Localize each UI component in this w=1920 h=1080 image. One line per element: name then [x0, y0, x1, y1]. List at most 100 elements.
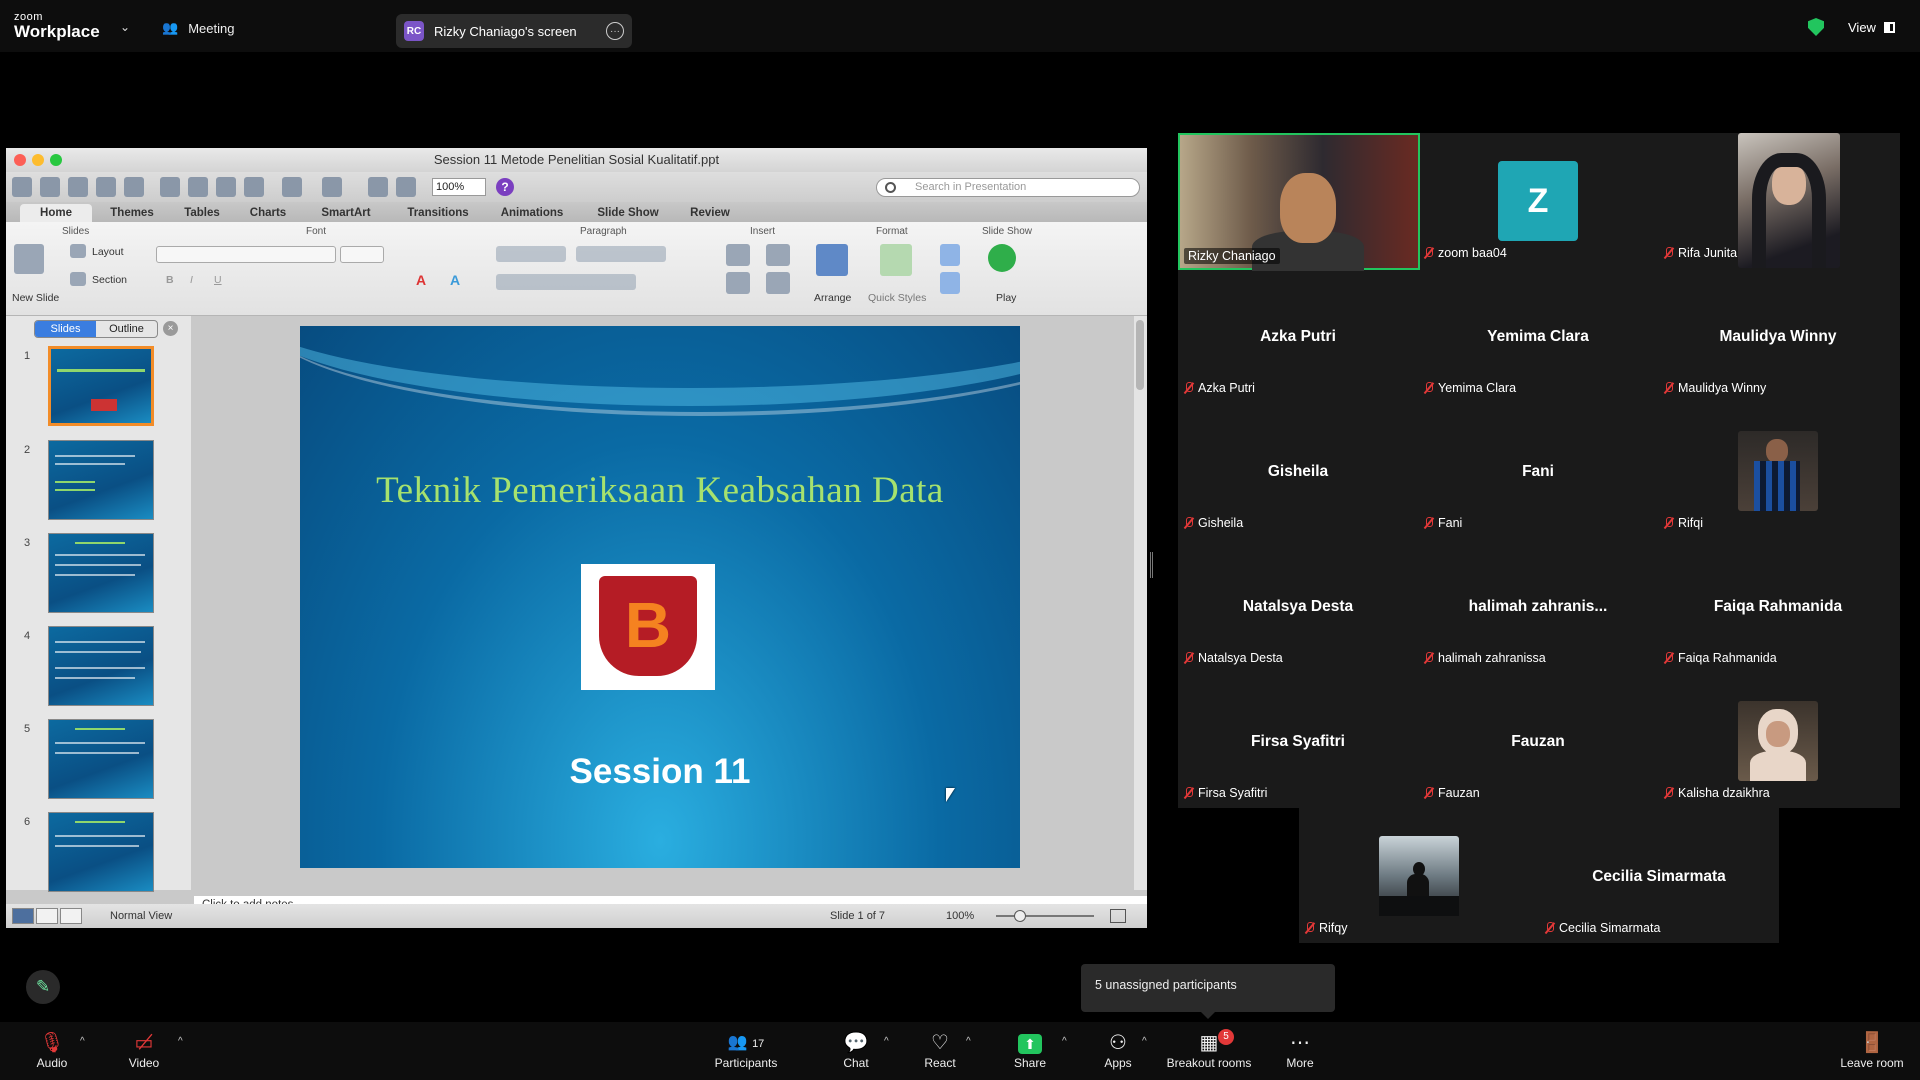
panel-resize-handle[interactable]	[1150, 552, 1153, 578]
normal-view-icon[interactable]	[12, 908, 34, 924]
view-button[interactable]: View	[1848, 20, 1895, 35]
participant-tile[interactable]: Z zoom baa04	[1418, 133, 1658, 268]
participant-tile[interactable]: Rifqi	[1658, 403, 1898, 538]
participant-tile[interactable]: Kalisha dzaikhra	[1658, 673, 1898, 808]
new-slide-label[interactable]: New Slide	[12, 292, 59, 304]
screen-share-indicator[interactable]: RC Rizky Chaniago's screen ···	[396, 14, 632, 48]
media-icon[interactable]	[766, 272, 790, 294]
italic-icon[interactable]: I	[190, 274, 193, 286]
open-icon[interactable]	[68, 177, 88, 197]
arrange-button[interactable]: Arrange	[814, 292, 851, 304]
slide-sorter-icon[interactable]	[36, 908, 58, 924]
tab-outline[interactable]: Outline	[96, 321, 157, 337]
meeting-menu[interactable]: 👥 Meeting	[162, 20, 234, 36]
new-slide-icon[interactable]	[14, 244, 44, 274]
participant-tile[interactable]: Cecilia Simarmata Cecilia Simarmata	[1539, 808, 1779, 943]
slide-scrollbar[interactable]	[1134, 316, 1147, 890]
current-slide[interactable]: Teknik Pemeriksaan Keabsahan Data B Sess…	[300, 326, 1020, 868]
participant-tile[interactable]: Fauzan Fauzan	[1418, 673, 1658, 808]
security-shield-icon[interactable]	[1808, 18, 1824, 36]
slide-thumbnail-5[interactable]	[48, 719, 154, 799]
share-button[interactable]: ⬆ Share	[986, 1030, 1074, 1070]
slide-thumbnail-4[interactable]	[48, 626, 154, 706]
save-icon[interactable]	[96, 177, 116, 197]
section-button[interactable]: Section	[92, 274, 127, 286]
indent-icon[interactable]	[576, 246, 666, 262]
redo-icon[interactable]	[322, 177, 342, 197]
paste-icon[interactable]	[216, 177, 236, 197]
play-button[interactable]: Play	[996, 292, 1016, 304]
print-icon[interactable]	[124, 177, 144, 197]
cut-icon[interactable]	[160, 177, 180, 197]
tab-transitions[interactable]: Transitions	[398, 204, 478, 222]
participant-tile[interactable]: Azka Putri Azka Putri	[1178, 268, 1418, 403]
gallery-icon[interactable]	[396, 177, 416, 197]
react-options-chevron-icon[interactable]: ^	[966, 1036, 971, 1047]
undo-icon[interactable]	[282, 177, 302, 197]
slide-thumbnail-6[interactable]	[48, 812, 154, 892]
participant-tile[interactable]: Natalsya Desta Natalsya Desta	[1178, 538, 1418, 673]
breakout-rooms-button[interactable]: ▦ Breakout rooms	[1160, 1030, 1258, 1070]
close-window-icon[interactable]	[14, 154, 26, 166]
zoom-slider[interactable]	[996, 915, 1094, 917]
quick-styles-icon[interactable]	[880, 244, 912, 276]
more-options-icon[interactable]: ···	[606, 22, 624, 40]
tab-slides[interactable]: Slides	[35, 321, 96, 337]
participant-tile[interactable]: Rifqy	[1299, 808, 1539, 943]
tab-charts[interactable]: Charts	[242, 204, 294, 222]
slide-thumbnail-1[interactable]	[48, 346, 154, 426]
chat-options-chevron-icon[interactable]: ^	[884, 1036, 889, 1047]
participant-tile[interactable]: Yemima Clara Yemima Clara	[1418, 268, 1658, 403]
chevron-down-icon[interactable]: ⌄	[120, 20, 130, 34]
more-button[interactable]: ⋯ More	[1256, 1030, 1344, 1070]
fill-icon[interactable]	[940, 244, 960, 266]
tab-home[interactable]: Home	[20, 204, 92, 222]
tab-themes[interactable]: Themes	[102, 204, 162, 222]
annotate-pen-icon[interactable]: ✎	[26, 970, 60, 1004]
play-icon[interactable]	[988, 244, 1016, 272]
leave-room-button[interactable]: 🚪 Leave room	[1830, 1030, 1914, 1070]
video-options-chevron-icon[interactable]: ^	[178, 1036, 183, 1047]
minimize-window-icon[interactable]	[32, 154, 44, 166]
bullets-icon[interactable]	[496, 246, 566, 262]
tab-animations[interactable]: Animations	[492, 204, 572, 222]
participant-tile[interactable]: Maulidya Winny Maulidya Winny	[1658, 268, 1898, 403]
scrollbar-thumb[interactable]	[1136, 320, 1144, 390]
line-icon[interactable]	[940, 272, 960, 294]
help-icon[interactable]: ?	[496, 178, 514, 196]
zoom-select[interactable]: 100%	[432, 178, 486, 196]
templates-icon[interactable]	[40, 177, 60, 197]
audio-options-chevron-icon[interactable]: ^	[80, 1036, 85, 1047]
layout-button[interactable]: Layout	[92, 246, 124, 258]
tab-review[interactable]: Review	[682, 204, 738, 222]
video-button[interactable]: ▭̸ Video	[100, 1030, 188, 1070]
zoom-slider-handle[interactable]	[1014, 910, 1026, 922]
text-box-icon[interactable]	[726, 244, 750, 266]
text-effects-icon[interactable]: A	[450, 272, 460, 288]
active-speaker-tile[interactable]: Rizky Chaniago	[1178, 133, 1420, 271]
tab-slide-show[interactable]: Slide Show	[588, 204, 668, 222]
shape-icon[interactable]	[726, 272, 750, 294]
slide-show-view-icon[interactable]	[60, 908, 82, 924]
participant-tile[interactable]: Gisheila Gisheila	[1178, 403, 1418, 538]
participant-tile[interactable]: halimah zahranis... halimah zahranissa	[1418, 538, 1658, 673]
new-icon[interactable]	[12, 177, 32, 197]
bold-icon[interactable]: B	[166, 274, 174, 286]
participant-tile[interactable]: Rifa Junita	[1658, 133, 1898, 268]
participants-button[interactable]: 👥 17 Participants	[702, 1030, 790, 1070]
picture-icon[interactable]	[766, 244, 790, 266]
participant-tile[interactable]: Faiqa Rahmanida Faiqa Rahmanida	[1658, 538, 1898, 673]
slide-title[interactable]: Teknik Pemeriksaan Keabsahan Data	[300, 469, 1020, 512]
show-hide-icon[interactable]	[368, 177, 388, 197]
close-panel-icon[interactable]: ×	[163, 321, 178, 336]
apps-options-chevron-icon[interactable]: ^	[1142, 1036, 1147, 1047]
copy-icon[interactable]	[188, 177, 208, 197]
slide-thumbnail-2[interactable]	[48, 440, 154, 520]
arrange-icon[interactable]	[816, 244, 848, 276]
tab-smartart[interactable]: SmartArt	[312, 204, 380, 222]
maximize-window-icon[interactable]	[50, 154, 62, 166]
align-icon[interactable]	[496, 274, 636, 290]
participant-tile[interactable]: Firsa Syafitri Firsa Syafitri	[1178, 673, 1418, 808]
slide-subtitle[interactable]: Session 11	[300, 752, 1020, 792]
participant-tile[interactable]: Fani Fani	[1418, 403, 1658, 538]
